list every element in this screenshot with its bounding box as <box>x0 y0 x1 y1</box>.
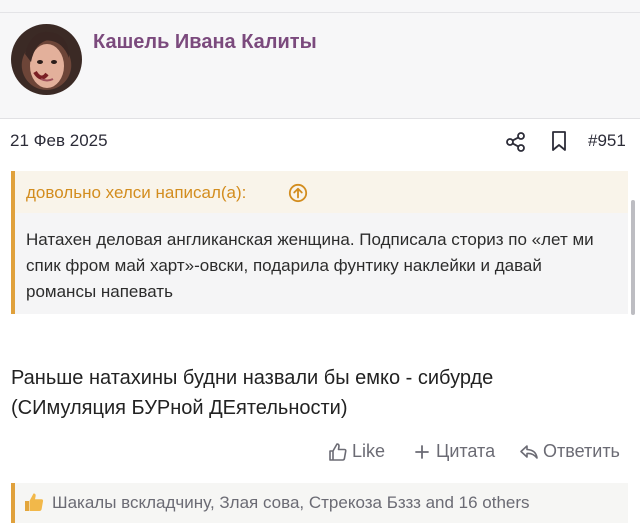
likes-bar[interactable]: Шакалы вскладчину, Злая сова, Стрекоза Б… <box>11 483 628 523</box>
thumbs-up-icon <box>329 442 347 461</box>
thumbs-up-icon <box>23 491 45 513</box>
quote-header: довольно хелси написал(а): <box>15 171 628 213</box>
like-button[interactable]: Like <box>328 441 385 462</box>
reply-icon <box>520 444 538 459</box>
post-body: Раньше натахины будни назвали бы емко - … <box>11 363 621 423</box>
plus-icon <box>415 444 429 459</box>
quote-block: довольно хелси написал(а): Натахен делов… <box>11 171 628 314</box>
post-date[interactable]: 21 Фев 2025 <box>10 131 108 151</box>
share-icon[interactable] <box>505 131 527 153</box>
top-strip <box>0 0 640 13</box>
reply-button[interactable]: Ответить <box>519 441 620 462</box>
quote-label: Цитата <box>436 441 496 461</box>
quote-button[interactable]: Цитата <box>412 441 495 462</box>
avatar-image <box>25 31 69 88</box>
like-label: Like <box>352 441 386 461</box>
post-actions: Like Цитата Ответить <box>0 439 640 467</box>
post-meta-bar: 21 Фев 2025 #951 <box>0 119 640 165</box>
avatar[interactable] <box>11 24 82 95</box>
arrow-up-circle-icon[interactable] <box>288 183 308 203</box>
post-header: Кашель Ивана Калиты <box>0 13 640 119</box>
quote-author[interactable]: довольно хелси написал(а): <box>26 183 246 203</box>
quote-text: Натахен деловая англиканская женщина. По… <box>26 230 594 301</box>
likes-list[interactable]: Шакалы вскладчину, Злая сова, Стрекоза Б… <box>52 493 530 513</box>
bookmark-icon[interactable] <box>548 130 570 152</box>
author-name[interactable]: Кашель Ивана Калиты <box>93 31 317 54</box>
scrollbar[interactable] <box>631 200 635 315</box>
post-number[interactable]: #951 <box>588 131 626 151</box>
reply-label: Ответить <box>543 441 620 461</box>
post-body-line-2: (СИмуляция БУРной ДЕятельности) <box>11 397 348 419</box>
post-body-line-1: Раньше натахины будни назвали бы емко - … <box>11 367 494 389</box>
